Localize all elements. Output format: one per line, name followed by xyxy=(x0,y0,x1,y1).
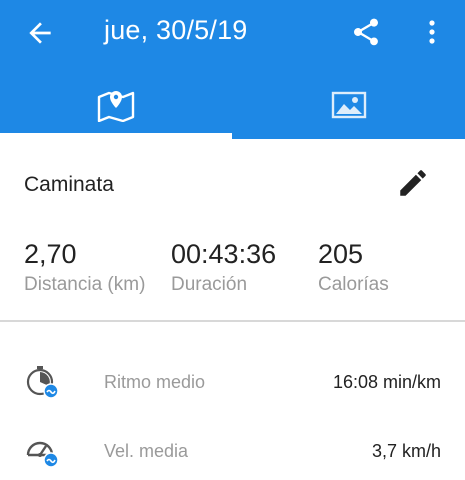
metric-avg-speed: Vel. media 3,7 km/h xyxy=(0,421,465,480)
tab-photos[interactable] xyxy=(233,72,465,139)
stat-label: Duración xyxy=(171,274,248,295)
tab-map[interactable] xyxy=(0,72,232,139)
metric-value: 3,7 km/h xyxy=(371,441,441,461)
map-icon xyxy=(97,91,135,122)
more-vert-icon[interactable] xyxy=(420,16,444,48)
photo-icon xyxy=(331,91,367,119)
stat-duration: 00:43:36 Duración xyxy=(171,239,276,296)
share-icon[interactable] xyxy=(350,16,382,48)
tab-bar xyxy=(0,72,465,139)
activity-name: Caminata xyxy=(24,173,114,196)
metric-avg-pace: Ritmo medio 16:08 min/km xyxy=(0,352,465,412)
pencil-icon[interactable] xyxy=(396,166,430,200)
metric-value: 16:08 min/km xyxy=(332,372,441,392)
metric-label: Ritmo medio xyxy=(104,372,206,392)
stat-label: Distancia (km) xyxy=(24,274,146,295)
arrow-back-icon[interactable] xyxy=(24,17,56,49)
app-bar: jue, 30/5/19 xyxy=(0,0,465,72)
speedometer-icon xyxy=(26,441,59,468)
stopwatch-icon xyxy=(26,366,59,399)
page-title: jue, 30/5/19 xyxy=(104,15,248,45)
stat-value: 00:43:36 xyxy=(171,239,277,269)
stat-value: 205 xyxy=(318,239,364,269)
stat-distance: 2,70 Distancia (km) xyxy=(24,239,145,296)
stat-label: Calorías xyxy=(318,274,389,295)
stat-calories: 205 Calorías xyxy=(318,239,389,296)
metric-label: Vel. media xyxy=(104,441,189,461)
divider xyxy=(0,320,465,322)
activity-header: Caminata xyxy=(0,139,465,225)
stat-value: 2,70 xyxy=(24,239,77,269)
